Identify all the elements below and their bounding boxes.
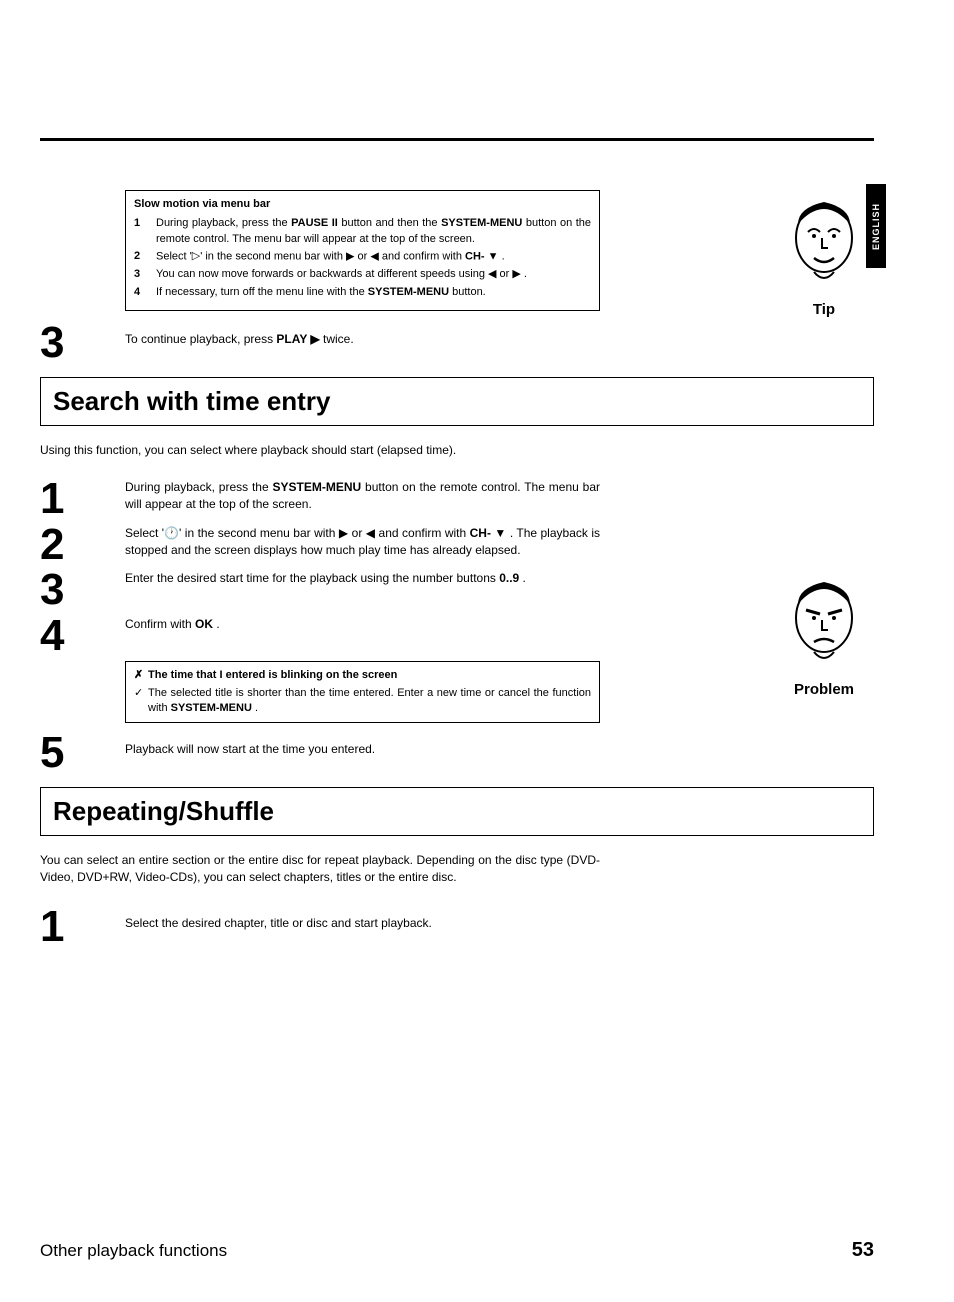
text-fragment: Select ' xyxy=(156,251,192,263)
problem-illustration: Problem xyxy=(774,570,874,733)
play-outline-icon: ▷ xyxy=(192,249,200,264)
button-label: PAUSE II xyxy=(291,217,338,229)
step-number: 3 xyxy=(40,570,64,610)
button-label: PLAY ▶ xyxy=(276,332,319,346)
step-number: 1 xyxy=(40,907,64,947)
horizontal-rule xyxy=(40,138,874,141)
step-text: Playback will now start at the time you … xyxy=(125,733,600,773)
step-text: Enter the desired start time for the pla… xyxy=(125,570,600,610)
text-fragment: button and then the xyxy=(338,217,441,229)
tip-step-number: 4 xyxy=(134,285,156,300)
tip-step-text: During playback, press the PAUSE II butt… xyxy=(156,216,591,247)
step-number: 1 xyxy=(40,479,64,519)
text-fragment: Select ' xyxy=(125,526,164,540)
text-fragment: During playback, press the xyxy=(156,217,291,229)
text-fragment: To continue playback, press xyxy=(125,332,276,346)
section-heading: Repeating/Shuffle xyxy=(53,796,861,827)
content-area: Slow motion via menu bar 1 During playba… xyxy=(40,190,874,952)
tip-step-number: 1 xyxy=(134,216,156,247)
check-icon: ✓ xyxy=(134,686,148,701)
tip-step-text: If necessary, turn off the menu line wit… xyxy=(156,285,591,300)
step-number: 3 xyxy=(40,323,64,363)
problem-answer: The selected title is shorter than the t… xyxy=(148,686,591,717)
text-fragment: . xyxy=(252,702,258,714)
tip-box-title: Slow motion via menu bar xyxy=(134,197,591,212)
step-text: Select the desired chapter, title or dis… xyxy=(125,907,600,947)
button-label: SYSTEM-MENU xyxy=(273,480,362,494)
text-fragment: twice. xyxy=(320,332,354,346)
text-fragment: If necessary, turn off the menu line wit… xyxy=(156,286,368,298)
section-heading: Search with time entry xyxy=(53,386,861,417)
text-fragment: Confirm with xyxy=(125,617,195,631)
tip-box: Slow motion via menu bar 1 During playba… xyxy=(125,190,600,311)
footer-section-title: Other playback functions xyxy=(40,1241,227,1261)
step-text: To continue playback, press PLAY ▶ twice… xyxy=(125,323,600,363)
step-number: 4 xyxy=(40,616,64,656)
cross-icon: ✗ xyxy=(134,668,148,683)
problem-caption: Problem xyxy=(774,681,874,698)
button-label: 0..9 xyxy=(499,571,519,585)
face-icon xyxy=(784,190,864,290)
tip-step-number: 2 xyxy=(134,249,156,265)
text-fragment: During playback, press the xyxy=(125,480,273,494)
tip-step-number: 3 xyxy=(134,267,156,282)
section-intro: Using this function, you can select wher… xyxy=(40,442,874,459)
step-text: Confirm with OK . xyxy=(125,616,600,656)
button-label: SYSTEM-MENU xyxy=(171,702,252,714)
section-intro: You can select an entire section or the … xyxy=(40,852,600,887)
step-text: Select '🕐' in the second menu bar with ▶… xyxy=(125,525,600,565)
button-label: CH- ▼ xyxy=(470,526,507,540)
clock-icon: 🕐 xyxy=(164,525,179,542)
step-text: During playback, press the SYSTEM-MENU b… xyxy=(125,479,600,519)
problem-box: ✗ The time that I entered is blinking on… xyxy=(125,661,600,723)
text-fragment: . xyxy=(499,251,505,263)
text-fragment: ' in the second menu bar with ▶ or ◀ and… xyxy=(200,251,465,263)
page-footer: Other playback functions 53 xyxy=(40,1239,874,1262)
tip-caption: Tip xyxy=(774,301,874,318)
button-label: CH- ▼ xyxy=(465,251,499,263)
text-fragment: . xyxy=(519,571,526,585)
section-heading-box: Repeating/Shuffle xyxy=(40,787,874,836)
text-fragment: . xyxy=(213,617,220,631)
page-number: 53 xyxy=(852,1239,874,1262)
text-fragment: ' in the second menu bar with ▶ or ◀ and… xyxy=(179,526,470,540)
button-label: SYSTEM-MENU xyxy=(368,286,449,298)
button-label: SYSTEM-MENU xyxy=(441,217,522,229)
face-icon xyxy=(784,570,864,670)
tip-step-text: Select '▷' in the second menu bar with ▶… xyxy=(156,249,591,265)
step-number: 2 xyxy=(40,525,64,565)
tip-step-text: You can now move forwards or backwards a… xyxy=(156,267,591,282)
step-number: 5 xyxy=(40,733,64,773)
text-fragment: button. xyxy=(449,286,486,298)
button-label: OK xyxy=(195,617,213,631)
problem-title: The time that I entered is blinking on t… xyxy=(148,668,397,683)
tip-illustration: Tip xyxy=(774,190,874,323)
text-fragment: Enter the desired start time for the pla… xyxy=(125,571,499,585)
section-heading-box: Search with time entry xyxy=(40,377,874,426)
page: ENGLISH Slow motion via menu bar 1 Durin… xyxy=(0,0,954,1302)
